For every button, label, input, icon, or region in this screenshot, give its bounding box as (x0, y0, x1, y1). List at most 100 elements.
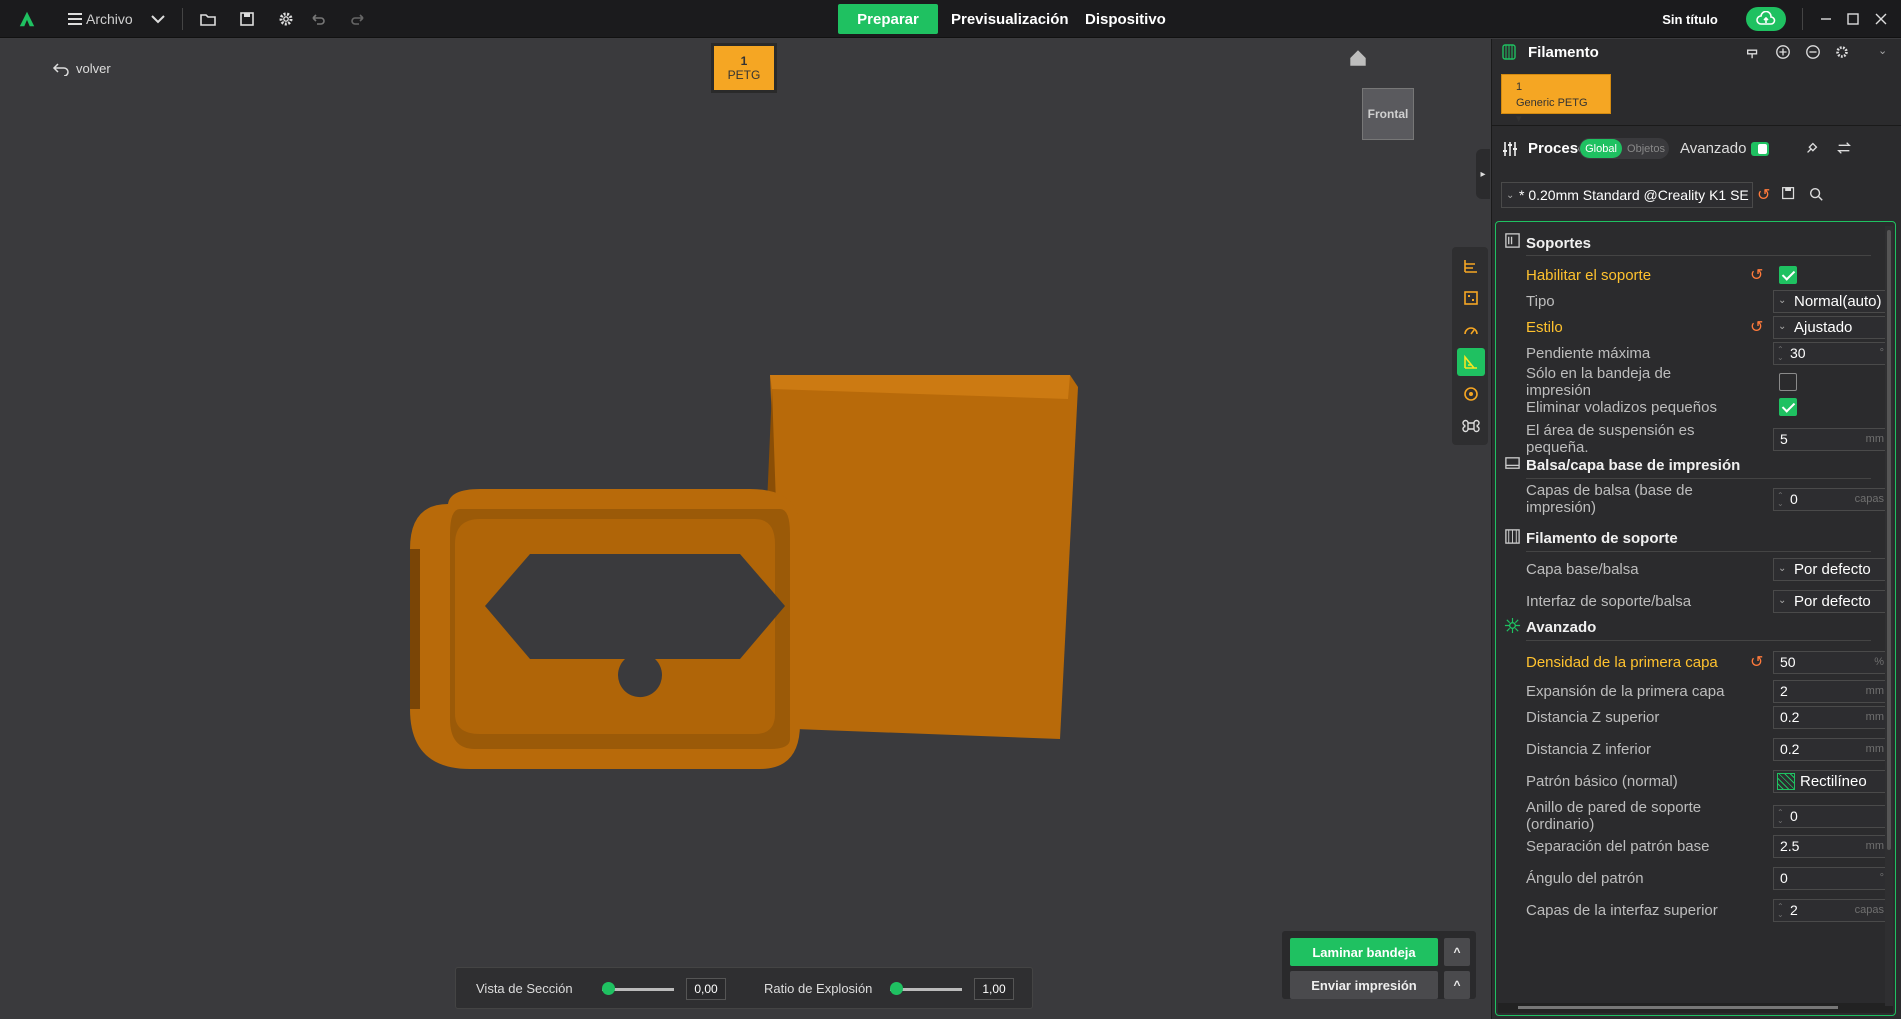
row-interfaz-soporte: Interfaz de soporte/balsa ⌄ Por defecto (1526, 586, 1891, 616)
open-folder-icon[interactable] (196, 0, 220, 38)
top-bar: Archivo Preparar Previsualización Dispos… (0, 0, 1901, 38)
tab-preparar[interactable]: Preparar (838, 4, 938, 34)
chevron-down-icon: ⌄ (1778, 562, 1787, 574)
explode-slider-handle[interactable] (890, 982, 903, 995)
setting-label: Distancia Z inferior (1526, 740, 1652, 758)
stepper-icon[interactable]: ⌃ ⌄ (1777, 902, 1785, 919)
tab-label: Previsualización (951, 10, 1069, 28)
home-view-icon[interactable] (1347, 47, 1373, 73)
row-distancia-z-superior: Distancia Z superior 0.2 mm (1526, 702, 1891, 732)
slice-plate-button[interactable]: Laminar bandeja (1290, 938, 1438, 966)
tab-dispositivo[interactable]: Dispositivo (1085, 4, 1166, 34)
remove-filament-icon[interactable] (1805, 44, 1825, 62)
print-options-caret[interactable]: ^ (1444, 971, 1470, 999)
save-icon[interactable] (235, 0, 259, 38)
stepper-icon[interactable]: ⌃ ⌄ (1777, 345, 1785, 362)
explode-ratio-value[interactable]: 1,00 (974, 978, 1014, 1000)
support-style-select[interactable]: ⌄ Ajustado (1773, 315, 1891, 339)
minimize-icon[interactable] (1814, 0, 1838, 38)
undo-icon[interactable] (306, 0, 330, 38)
tab-previsualizacion[interactable]: Previsualización (951, 4, 1069, 34)
process-swap-icon[interactable] (1836, 140, 1856, 158)
redo-icon[interactable] (346, 0, 370, 38)
cloud-upload-button[interactable] (1746, 7, 1786, 31)
view-cube[interactable]: Frontal (1362, 88, 1414, 140)
hamburger-menu-icon[interactable] (66, 0, 84, 38)
reset-preset-icon[interactable]: ↺ (1757, 185, 1770, 205)
row-capa-base-balsa: Capa base/balsa ⌄ Por defecto (1526, 554, 1891, 584)
speed-gauge-icon[interactable] (1457, 316, 1485, 344)
setting-label: Anillo de pared de soporte (ordinario) (1526, 799, 1702, 833)
setting-label: Capa base/balsa (1526, 560, 1639, 578)
model-objects[interactable] (400, 319, 1100, 779)
only-on-plate-checkbox[interactable] (1779, 373, 1797, 391)
add-filament-icon[interactable] (1775, 44, 1795, 62)
layer-align-icon[interactable] (1457, 252, 1485, 280)
vertical-scrollbar[interactable] (1885, 226, 1893, 1006)
overhang-area-input[interactable]: 5 mm (1773, 427, 1891, 451)
file-menu[interactable]: Archivo (86, 0, 136, 38)
command-key-icon[interactable] (1457, 412, 1485, 440)
reset-icon[interactable]: ↺ (1750, 652, 1763, 672)
toggle-global[interactable]: Global (1580, 139, 1622, 158)
reset-icon[interactable]: ↺ (1750, 265, 1763, 285)
app-logo-icon[interactable] (12, 0, 42, 38)
slice-options-caret[interactable]: ^ (1444, 938, 1470, 966)
model-cup[interactable] (770, 375, 1078, 739)
setting-label: Habilitar el soporte (1526, 266, 1652, 284)
support-type-select[interactable]: ⌄ Normal(auto) (1773, 289, 1891, 313)
enable-support-checkbox[interactable] (1779, 266, 1797, 284)
process-preset-dropdown[interactable]: ⌄ * 0.20mm Standard @Creality K1 SE 0... (1501, 182, 1753, 208)
filament-chip[interactable]: 1 Generic PETG ▾ (1501, 74, 1611, 125)
search-icon[interactable] (1808, 186, 1826, 204)
collapse-chevron-icon[interactable]: ⌄ (1878, 44, 1887, 57)
setting-label: Patrón básico (normal) (1526, 772, 1678, 790)
bottom-z-distance-input[interactable]: 0.2 mm (1773, 737, 1891, 761)
setting-label: Tipo (1526, 292, 1555, 310)
maximize-icon[interactable] (1841, 0, 1865, 38)
reset-icon[interactable]: ↺ (1750, 317, 1763, 337)
grid-select-icon[interactable] (1457, 284, 1485, 312)
global-objects-toggle[interactable]: Global Objetos (1579, 138, 1669, 159)
back-button[interactable]: volver (52, 61, 111, 76)
max-slope-input[interactable]: ⌃ ⌄ 30 ° (1773, 341, 1891, 365)
raft-layers-input[interactable]: ⌃ ⌄ 0 capas (1773, 487, 1891, 511)
support-wall-loops-input[interactable]: ⌃ ⌄ 0 (1773, 804, 1891, 828)
filament-settings-icon[interactable] (1834, 44, 1854, 62)
support-filament-section-icon (1504, 528, 1521, 545)
support-tool-icon[interactable] (1457, 348, 1485, 376)
input-value: 30 (1790, 345, 1806, 361)
base-pattern-select[interactable]: Rectilíneo (1773, 769, 1891, 793)
support-interface-filament-select[interactable]: ⌄ Por defecto (1773, 589, 1891, 613)
save-preset-icon[interactable] (1781, 186, 1799, 204)
section-slider-handle[interactable] (602, 982, 615, 995)
stepper-icon[interactable]: ⌃ ⌄ (1777, 808, 1785, 825)
close-icon[interactable] (1869, 0, 1893, 38)
top-interface-layers-input[interactable]: ⌃ ⌄ 2 capas (1773, 898, 1891, 922)
send-print-button[interactable]: Enviar impresión (1290, 971, 1438, 999)
pattern-angle-input[interactable]: 0 ° (1773, 866, 1891, 890)
first-layer-density-input[interactable]: 50% (1773, 650, 1891, 674)
chevron-down-icon: ⌄ (1506, 189, 1515, 201)
remove-small-overhangs-checkbox[interactable] (1779, 398, 1797, 416)
advanced-label: Avanzado (1680, 140, 1747, 157)
panel-collapse-toggle[interactable]: ▸ (1476, 149, 1490, 199)
process-compare-icon[interactable] (1804, 140, 1824, 158)
first-layer-expansion-input[interactable]: 2 mm (1773, 679, 1891, 703)
settings-gear-icon[interactable] (274, 0, 298, 38)
filament-sync-icon[interactable] (1745, 44, 1765, 62)
back-arrow-icon (52, 62, 69, 76)
raft-base-filament-select[interactable]: ⌄ Por defecto (1773, 557, 1891, 581)
advanced-switch[interactable] (1751, 142, 1769, 156)
horizontal-scrollbar[interactable] (1498, 1003, 1893, 1013)
input-unit: mm (1865, 685, 1884, 697)
stepper-icon[interactable]: ⌃ ⌄ (1777, 491, 1785, 508)
3d-viewport[interactable]: volver 1 PETG Frontal ▸ Vista de Sección… (0, 39, 1490, 1019)
chevron-down-icon[interactable] (146, 0, 170, 38)
settings-target-icon[interactable] (1457, 380, 1485, 408)
section-view-value[interactable]: 0,00 (686, 978, 726, 1000)
top-z-distance-input[interactable]: 0.2 mm (1773, 705, 1891, 729)
plate-filament-badge[interactable]: 1 PETG (711, 43, 777, 93)
base-pattern-spacing-input[interactable]: 2.5 mm (1773, 834, 1891, 858)
toggle-objects[interactable]: Objetos (1625, 139, 1667, 158)
